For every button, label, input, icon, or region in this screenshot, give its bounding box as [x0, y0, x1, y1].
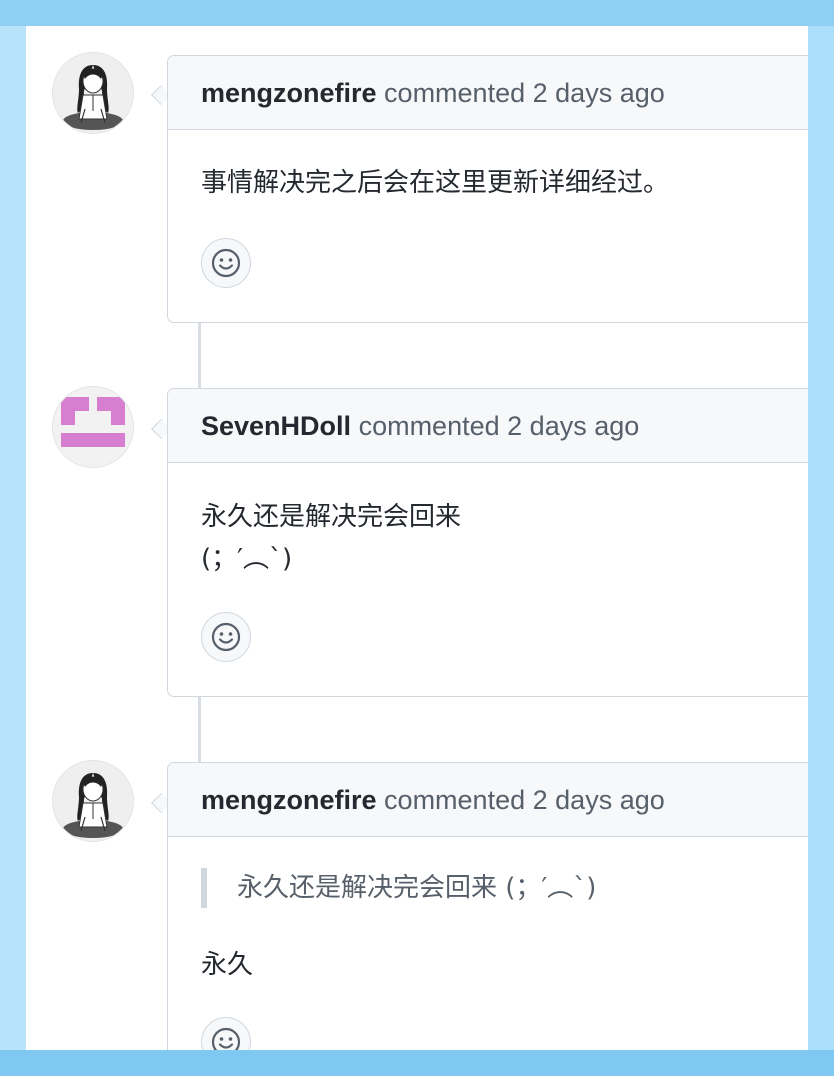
avatar[interactable] — [52, 52, 134, 134]
comment-box: SevenHDoll commented 2 days ago 永久还是解决完会… — [167, 388, 808, 697]
timestamp[interactable]: 2 days ago — [507, 411, 639, 441]
comment-header-text: SevenHDoll commented 2 days ago — [201, 389, 639, 463]
timeline-comment: mengzonefire commented 2 days ago 事情解决完之… — [26, 26, 808, 326]
action-text: commented — [358, 411, 500, 441]
anime-girl-avatar-icon — [53, 53, 133, 133]
avatar[interactable] — [52, 760, 134, 842]
add-reaction-button[interactable] — [201, 238, 251, 288]
image-border-right — [808, 26, 834, 1050]
issue-timeline: mengzonefire commented 2 days ago 事情解决完之… — [26, 26, 808, 1050]
timestamp[interactable]: 2 days ago — [533, 785, 665, 815]
comment-body-line: 永久还是解决完会回来 — [201, 502, 462, 532]
comment-body-line: 永久 — [201, 950, 254, 980]
action-text: commented — [384, 78, 526, 108]
comment-body-line: (；′︵`) — [201, 544, 293, 574]
anime-girl-avatar-icon — [53, 761, 133, 841]
author-link[interactable]: mengzonefire — [201, 785, 377, 815]
comment-header: SevenHDoll commented 2 days ago — [168, 389, 808, 463]
timeline-comment: SevenHDoll commented 2 days ago 永久还是解决完会… — [26, 360, 808, 700]
add-reaction-button[interactable] — [201, 1017, 251, 1050]
author-link[interactable]: SevenHDoll — [201, 411, 351, 441]
comment-header-text: mengzonefire commented 2 days ago — [201, 56, 665, 130]
identicon-avatar-icon — [53, 387, 133, 467]
author-link[interactable]: mengzonefire — [201, 78, 377, 108]
image-border-bottom — [0, 1050, 834, 1076]
comment-box: mengzonefire commented 2 days ago 永久还是解决… — [167, 762, 808, 1050]
comment-box: mengzonefire commented 2 days ago 事情解决完之… — [167, 55, 808, 323]
smiley-icon — [211, 622, 241, 652]
smiley-icon — [211, 1027, 241, 1050]
avatar[interactable] — [52, 386, 134, 468]
timestamp[interactable]: 2 days ago — [533, 78, 665, 108]
add-reaction-button[interactable] — [201, 612, 251, 662]
comment-header: mengzonefire commented 2 days ago — [168, 56, 808, 130]
comment-header: mengzonefire commented 2 days ago — [168, 763, 808, 837]
image-border-top — [0, 0, 834, 26]
comment-body-line: 事情解决完之后会在这里更新详细经过。 — [201, 168, 670, 198]
image-border-left — [0, 26, 26, 1050]
timeline-comment: mengzonefire commented 2 days ago 永久还是解决… — [26, 734, 808, 1050]
action-text: commented — [384, 785, 526, 815]
comment-header-text: mengzonefire commented 2 days ago — [201, 763, 665, 837]
smiley-icon — [211, 248, 241, 278]
quoted-reply: 永久还是解决完会回来 (；′︵`) — [201, 868, 596, 908]
